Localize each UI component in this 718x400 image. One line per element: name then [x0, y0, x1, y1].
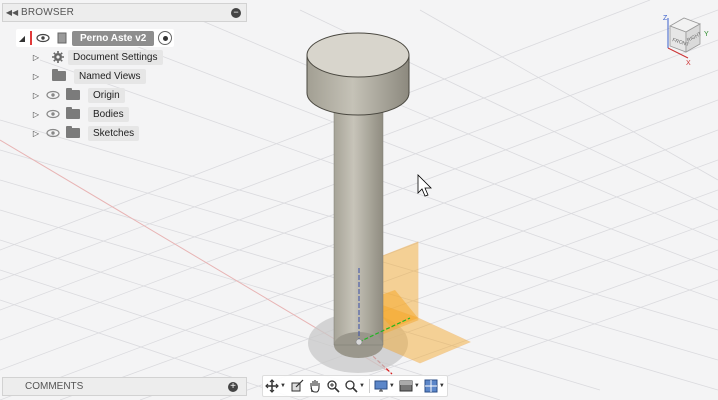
minimize-icon[interactable]: − — [231, 8, 241, 18]
gear-icon — [52, 51, 64, 63]
tree-item-label: Sketches — [88, 125, 140, 141]
display-settings-button[interactable]: ▼ — [372, 377, 397, 395]
y-axis-label: Y — [704, 31, 709, 38]
zoom-window-icon — [327, 380, 340, 393]
expand-icon[interactable]: ▷ — [30, 53, 42, 62]
zoom-button[interactable]: ▼ — [342, 377, 367, 395]
tree-item-label: Document Settings — [68, 49, 163, 65]
comments-title: COMMENTS — [25, 381, 84, 392]
tree-item-sketches[interactable]: ▷ Sketches — [30, 124, 140, 142]
z-axis-label: Z — [663, 15, 668, 22]
activate-radio-icon[interactable] — [158, 31, 173, 45]
zoom-window-button[interactable] — [324, 377, 342, 395]
expand-icon[interactable]: ▷ — [30, 91, 42, 100]
visibility-eye-icon[interactable] — [36, 33, 50, 43]
look-at-icon — [291, 379, 304, 392]
pan-button[interactable] — [306, 377, 324, 395]
tree-item-label: Origin — [88, 87, 125, 103]
expand-icon[interactable]: ▷ — [30, 72, 42, 81]
add-comment-icon[interactable]: + — [228, 382, 238, 392]
comments-panel[interactable]: COMMENTS + — [2, 377, 247, 396]
tree-item-document-settings[interactable]: ▷ Document Settings — [30, 48, 163, 66]
zoom-icon — [345, 380, 358, 393]
tree-item-origin[interactable]: ▷ Origin — [30, 86, 125, 104]
orbit-button[interactable]: ▼ — [263, 377, 288, 395]
visual-style-button[interactable]: ▼ — [397, 377, 422, 395]
grid-settings-button[interactable]: ▼ — [422, 377, 447, 395]
x-axis-label: X — [686, 60, 691, 67]
tree-item-bodies[interactable]: ▷ Bodies — [30, 105, 129, 123]
tree-item-label: Bodies — [88, 106, 129, 122]
folder-icon — [66, 107, 80, 119]
pan-icon — [310, 380, 320, 393]
mouse-cursor — [417, 174, 432, 197]
tree-item-label: Named Views — [74, 68, 146, 84]
browser-title: BROWSER — [21, 7, 75, 18]
orbit-icon — [265, 379, 279, 393]
component-icon — [57, 32, 67, 44]
view-cube[interactable]: Z X FRONT RIGHT Y — [656, 8, 716, 68]
collapse-icon[interactable]: ◀◀ — [3, 8, 21, 17]
visibility-eye-icon[interactable] — [46, 90, 60, 100]
root-component-name[interactable]: Perno Aste v2 — [72, 30, 155, 46]
look-at-button[interactable] — [288, 377, 306, 395]
grid-settings-icon — [424, 379, 438, 393]
visibility-eye-icon[interactable] — [46, 109, 60, 119]
expand-root-icon[interactable]: ◢ — [16, 34, 28, 43]
browser-header[interactable]: ◀◀ BROWSER − — [2, 3, 247, 22]
tree-root-row[interactable]: ◢ Perno Aste v2 — [16, 29, 174, 47]
folder-icon — [66, 126, 80, 138]
visual-style-icon — [399, 380, 413, 392]
expand-icon[interactable]: ▷ — [30, 129, 42, 138]
visibility-eye-icon[interactable] — [46, 128, 60, 138]
folder-icon — [52, 69, 66, 81]
navigation-toolbar: ▼ ▼ ▼ ▼ ▼ — [262, 375, 448, 397]
tree-item-named-views[interactable]: ▷ Named Views — [30, 67, 146, 85]
expand-icon[interactable]: ▷ — [30, 110, 42, 119]
display-settings-icon — [374, 380, 388, 392]
folder-icon — [66, 88, 80, 100]
